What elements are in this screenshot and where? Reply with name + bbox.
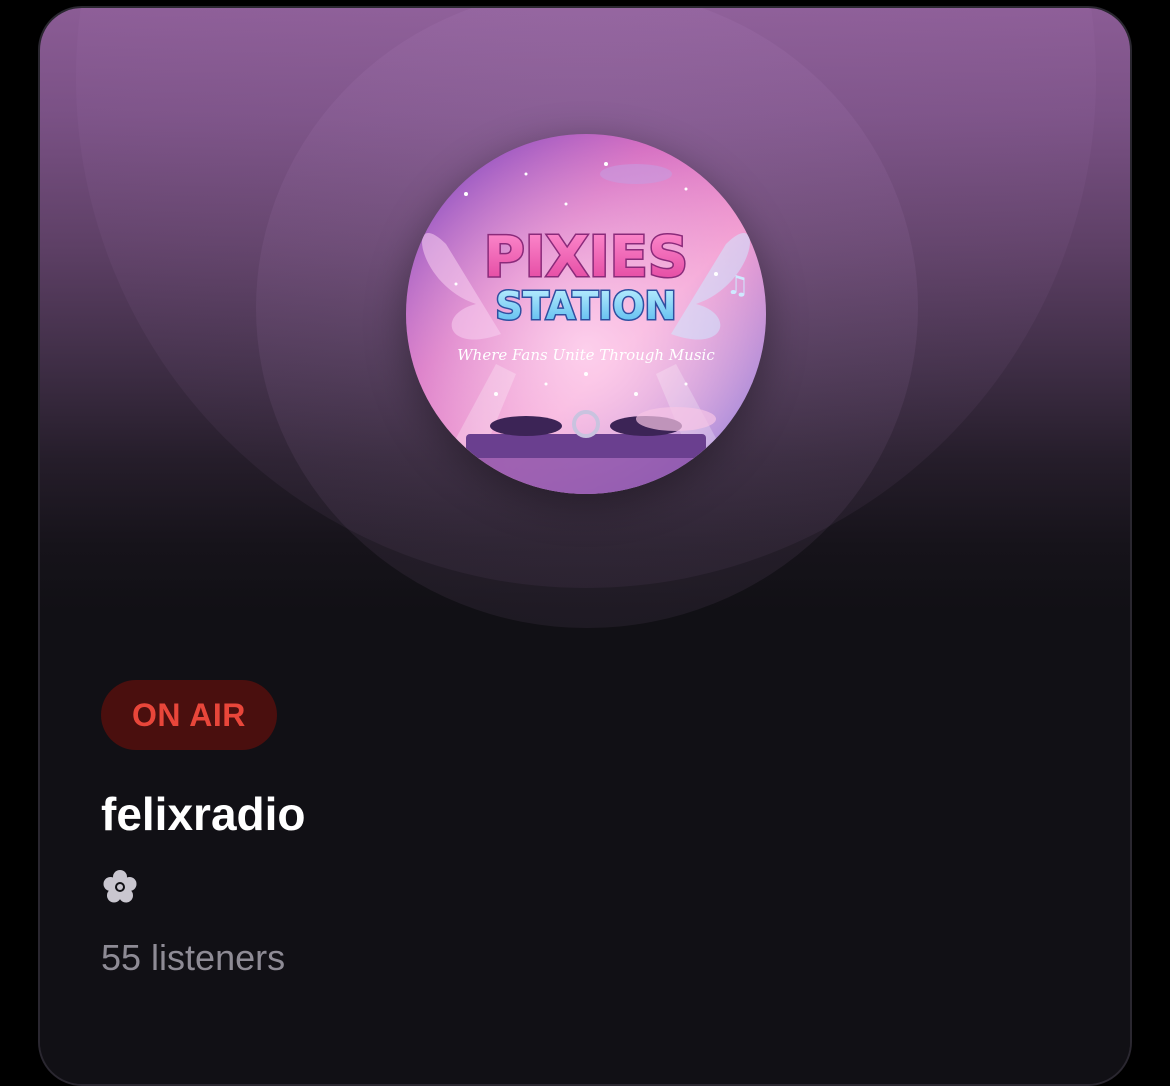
station-info: ON AIR felixradio 55 listeners — [101, 680, 1001, 980]
station-card[interactable]: PIXIES STATION Where Fans Unite Through … — [38, 6, 1132, 1086]
station-artwork[interactable]: PIXIES STATION Where Fans Unite Through … — [406, 134, 766, 494]
music-note-icon: ♫ — [726, 271, 749, 301]
station-name[interactable]: felixradio — [101, 786, 1001, 842]
listener-count: 55 listeners — [101, 937, 286, 978]
artwork-image: PIXIES STATION Where Fans Unite Through … — [406, 134, 766, 494]
artwork-title-line1: PIXIES — [484, 225, 688, 290]
artwork-tagline: Where Fans Unite Through Music — [457, 346, 715, 364]
artwork-title-line2: STATION — [496, 284, 677, 328]
flower-icon — [101, 868, 139, 906]
status-badge: ON AIR — [101, 680, 277, 750]
